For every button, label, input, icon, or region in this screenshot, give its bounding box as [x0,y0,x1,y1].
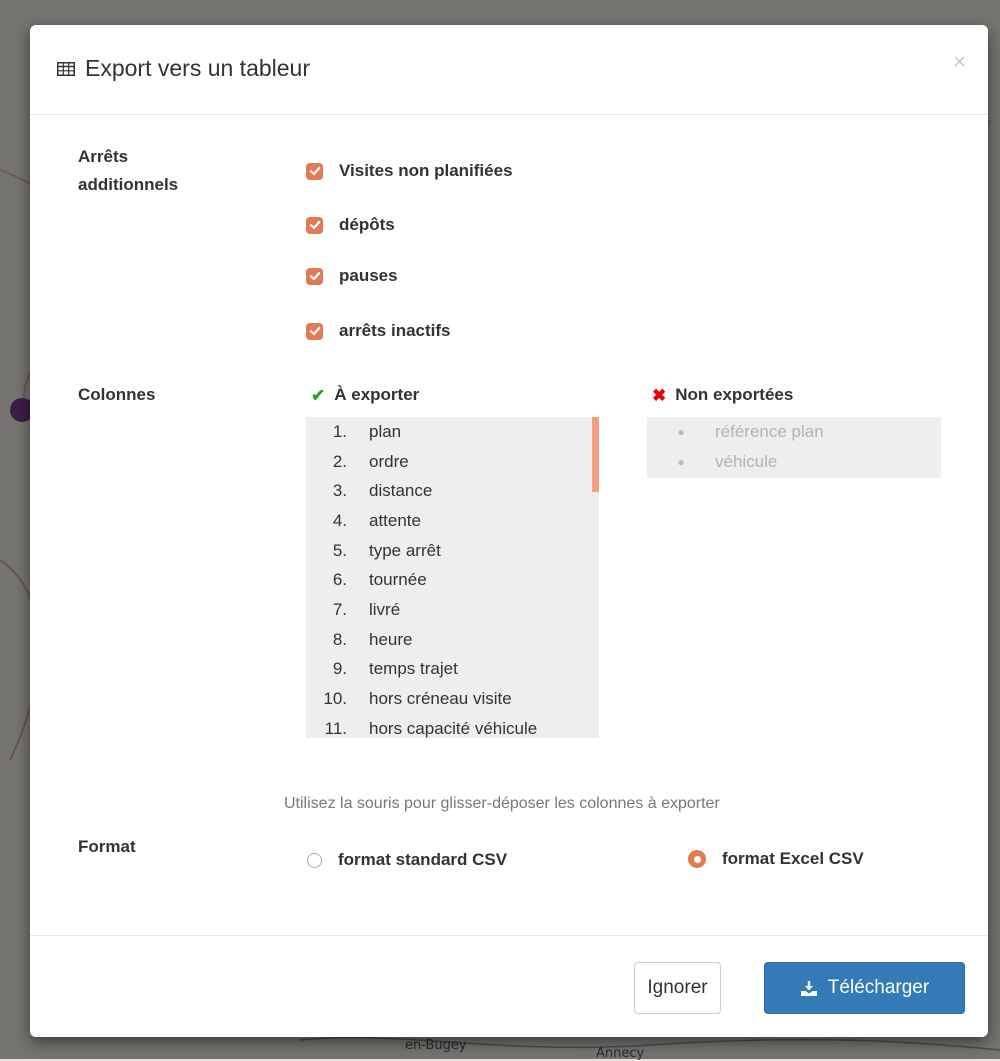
bullet-icon: ● [677,425,685,439]
export-column-number: 2. [332,451,347,471]
checkbox-checked-icon[interactable] [306,216,323,234]
export-column-label: hors créneau visite [369,689,512,709]
export-column-number: 3. [332,481,347,501]
export-column-item[interactable]: 8. heure [306,625,599,655]
dialog-header: Export vers un tableur × [30,25,988,115]
export-column-number: 4. [332,510,347,530]
export-column-label: temps trajet [369,659,458,679]
export-column-label: tournée [369,570,427,590]
checkbox-label: Visites non planifiées [339,161,513,180]
export-column-item[interactable]: 10. hors créneau visite [306,684,599,714]
dialog-title-wrap: Export vers un tableur [57,55,310,82]
export-column-item[interactable]: 6. tournée [306,565,599,595]
export-column-label: livré [369,599,401,619]
checkbox-arrets-inactifs[interactable]: arrêts inactifs [306,321,451,341]
to-export-list[interactable]: 1. plan 2. ordre 3. distance 4. attente 5. type a… [306,417,599,738]
cross-icon: ✖ [652,385,667,405]
checkbox-label: dépôts [339,215,395,234]
export-column-label: type arrêt [369,540,441,560]
download-button-label: Télécharger [827,977,930,998]
checkbox-pauses[interactable]: pauses [306,266,398,286]
export-column-label: plan [369,421,402,441]
export-column-number: 1. [332,421,347,441]
export-column-number: 7. [332,599,347,619]
export-column-label: heure [369,629,413,649]
check-icon: ✔ [311,385,326,405]
download-button[interactable]: Télécharger [764,962,965,1014]
non-exported-column-item[interactable]: ● référence plan [647,417,941,447]
non-exported-column-label: véhicule [715,452,778,471]
non-exported-column-item[interactable]: ● véhicule [647,447,941,477]
export-dialog: Export vers un tableur × Arrêts addition… [30,25,988,1037]
export-column-item[interactable]: 4. attente [306,506,599,536]
checkbox-checked-icon[interactable] [306,162,323,180]
scrollbar-thumb[interactable] [592,417,599,492]
not-exported-heading: ✖ Non exportées [652,385,793,405]
export-column-number: 8. [332,629,347,649]
non-exported-column-label: référence plan [715,422,824,441]
checkbox-checked-icon[interactable] [306,322,323,340]
export-column-number: 5. [332,540,347,560]
export-column-item[interactable]: 2. ordre [306,447,599,477]
export-column-item[interactable]: 9. temps trajet [306,655,599,685]
download-icon [800,980,817,996]
not-exported-list[interactable]: ● référence plan ● véhicule [647,417,941,478]
additional-stops-label: Arrêts additionnels [78,147,179,194]
radio-format-excel-csv[interactable]: format Excel CSV [688,849,864,869]
checkbox-visites-non-planifiees[interactable]: Visites non planifiées [306,161,513,181]
ignore-button[interactable]: Ignorer [634,962,721,1014]
radio-label: format Excel CSV [722,849,864,868]
export-column-label: attente [369,510,421,530]
radio-selected-icon[interactable] [688,850,706,868]
radio-format-standard-csv[interactable]: format standard CSV [307,850,507,870]
export-column-item[interactable]: 7. livré [306,595,599,625]
export-column-label: distance [369,481,433,501]
export-column-number: 9. [332,659,347,679]
export-column-item[interactable]: 11. hors capacité véhicule [306,714,599,738]
columns-label: Colonnes [78,385,156,404]
export-column-number: 11. [324,718,347,738]
checkbox-checked-icon[interactable] [306,267,323,285]
export-column-label: hors capacité véhicule [369,718,538,738]
export-column-number: 10. [323,689,347,709]
to-export-heading: ✔ À exporter [311,385,419,405]
to-export-heading-label: À exporter [334,385,420,404]
bullet-icon: ● [677,455,685,469]
export-column-item[interactable]: 3. distance [306,476,599,506]
close-button[interactable]: × [953,49,966,75]
radio-unselected-icon[interactable] [307,852,322,868]
radio-label: format standard CSV [338,850,508,869]
format-label: Format [78,837,136,856]
dialog-footer: Ignorer Télécharger [30,935,988,1037]
checkbox-depots[interactable]: dépôts [306,215,395,235]
table-icon [57,61,75,76]
export-column-item[interactable]: 5. type arrêt [306,536,599,566]
not-exported-heading-label: Non exportées [675,385,794,404]
export-column-number: 6. [332,570,347,590]
drag-drop-hint: Utilisez la souris pour glisser-déposer … [284,795,720,812]
export-column-item[interactable]: 1. plan [306,417,599,447]
dialog-title: Export vers un tableur [85,55,311,81]
export-column-label: ordre [369,451,409,471]
checkbox-label: arrêts inactifs [339,321,451,340]
checkbox-label: pauses [339,266,398,285]
